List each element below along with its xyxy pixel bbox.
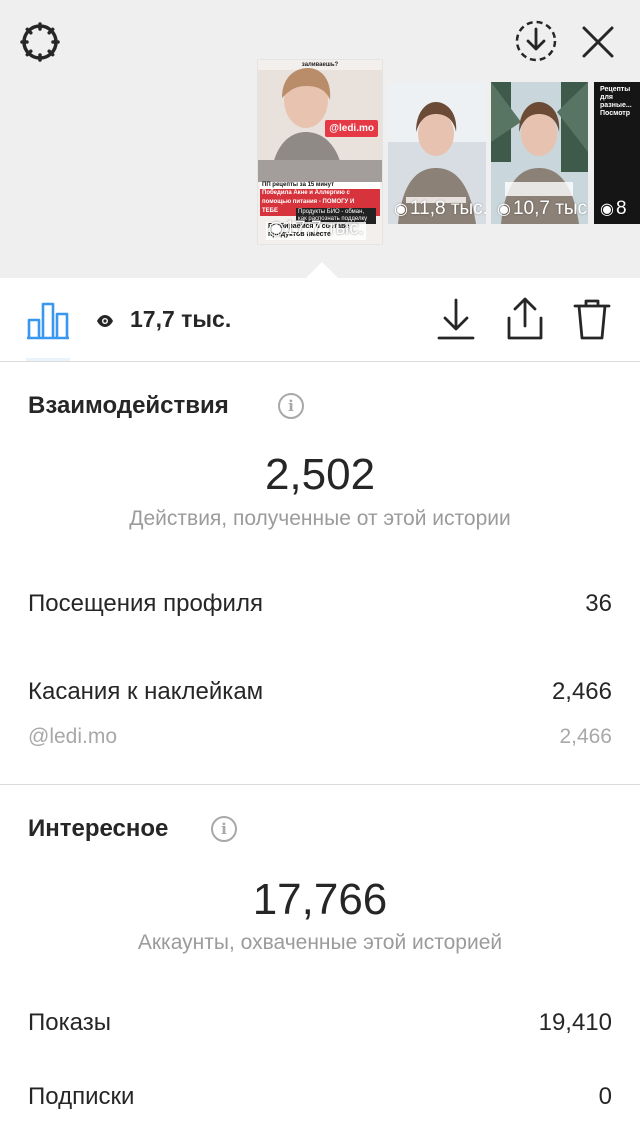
sticker-mention-label[interactable]: @ledi.mo: [28, 725, 117, 749]
caption-red-line: Победила Акне и Аллергию с: [260, 189, 380, 198]
thumbnail-views-count: 8: [615, 198, 627, 219]
story-top-text: Рецепты для разные... Посмотр: [600, 86, 632, 117]
story-top-text: заливаешь?: [301, 62, 339, 68]
trash-icon[interactable]: [572, 296, 612, 342]
mention-sticker: @ledi.mo: [325, 120, 378, 137]
info-icon[interactable]: i: [278, 393, 304, 419]
thumbnail-views: ◉ 11,8 тыс.: [394, 198, 486, 220]
sticker-taps-value: 2,466: [551, 678, 612, 705]
caption-line: ПП рецепты за 15 минут: [262, 182, 335, 188]
story-thumbnail[interactable]: Рецепты для разные... Посмотр ◉ 8: [594, 82, 640, 224]
story-thumbnails: заливаешь? @ledi.mo ПП рецепты за 15 мин…: [0, 0, 640, 278]
interactions-caption: Действия, полученные от этой истории: [129, 507, 511, 530]
eye-icon: ◉: [600, 201, 614, 218]
thumbnail-views: ◉ 8: [600, 198, 627, 220]
story-toolbar: 17,7 тыс.: [0, 278, 640, 362]
interactions-section: Взаимодействия i 2,502 Действия, получен…: [0, 362, 640, 784]
discovery-section: Интересное i 17,766 Аккаунты, охваченные…: [0, 785, 640, 1137]
follows-value: 0: [598, 1083, 612, 1110]
story-thumbnail[interactable]: ◉ 10,7 тыс.: [491, 82, 588, 224]
thumbnail-views-count: 11,8 тыс.: [409, 198, 486, 219]
eye-icon: ◉: [497, 201, 511, 218]
thumbnail-views-count: 10,7 тыс.: [512, 198, 588, 219]
discovery-caption: Аккаунты, охваченные этой историей: [137, 931, 503, 954]
thumbnail-views-count: 17,7 тыс.: [284, 218, 364, 239]
story-strip-area: заливаешь? @ledi.mo ПП рецепты за 15 мин…: [0, 0, 640, 278]
sticker-mention-value: 2,466: [559, 725, 612, 748]
story-thumbnail-selected[interactable]: заливаешь? @ledi.mo ПП рецепты за 15 мин…: [258, 60, 382, 244]
selected-pointer: [306, 262, 338, 278]
info-icon[interactable]: i: [211, 816, 237, 842]
discovery-total: 17,766: [252, 875, 388, 924]
thumbnail-views: ◉ 10,7 тыс.: [497, 198, 588, 220]
tab-underline: [26, 358, 70, 361]
story-thumbnail[interactable]: ◉ 11,8 тыс.: [388, 82, 486, 224]
download-icon[interactable]: [436, 296, 476, 342]
follows-label: Подписки: [28, 1083, 135, 1110]
section-title: Интересное: [28, 815, 169, 842]
share-icon[interactable]: [505, 296, 545, 342]
impressions-label: Показы: [28, 1009, 111, 1036]
sticker-taps-label: Касания к наклейкам: [28, 678, 264, 705]
thumbnail-views: ◉17,7 тыс.: [268, 217, 364, 240]
profile-visits-value: 36: [585, 590, 612, 617]
interactions-total: 2,502: [264, 450, 376, 499]
bar-chart-icon[interactable]: [26, 300, 70, 340]
views-count: 17,7 тыс.: [130, 306, 232, 332]
eye-icon: ◉: [268, 218, 285, 239]
section-title: Взаимодействия: [28, 392, 229, 419]
profile-visits-label: Посещения профиля: [28, 590, 263, 617]
caption-red-line: помощью питания - ПОМОГУ И: [260, 198, 380, 207]
impressions-value: 19,410: [538, 1009, 612, 1036]
eye-icon: ◉: [394, 201, 408, 218]
eye-icon: [97, 315, 113, 327]
